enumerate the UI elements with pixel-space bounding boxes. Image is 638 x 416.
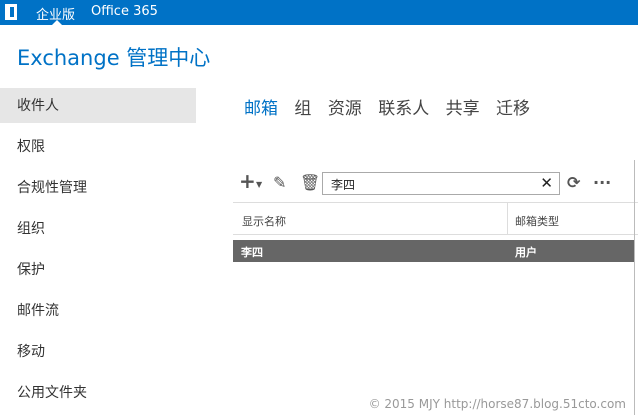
divider [233,234,638,235]
sidebar: 收件人 权限 合规性管理 组织 保护 邮件流 移动 公用文件夹 [0,88,196,416]
page-title: Exchange 管理中心 [17,46,211,70]
search-value: 李四 [331,178,356,192]
sidebar-item-recipients[interactable]: 收件人 [0,88,196,123]
delete-trash-icon[interactable]: 🗑 [300,173,320,192]
tab-bar: 邮箱 组 资源 联系人 共享 迁移 [244,94,541,119]
watermark: © 2015 MJY http://horse87.blog.51cto.com [368,397,626,411]
sidebar-item-protection[interactable]: 保护 [0,252,196,293]
divider [233,202,638,203]
more-options-icon[interactable]: ··· [593,173,611,192]
refresh-icon[interactable]: ⟳ [567,173,580,192]
sidebar-item-public-folders[interactable]: 公用文件夹 [0,375,196,416]
cell-mailbox-type: 用户 [515,246,537,259]
column-divider [507,202,508,234]
tab-contacts[interactable]: 联系人 [378,99,429,119]
tab-mailboxes[interactable]: 邮箱 [244,99,278,119]
sidebar-item-organization[interactable]: 组织 [0,211,196,252]
add-dropdown-icon[interactable]: ▼ [256,180,262,189]
cell-display-name: 李四 [241,246,263,259]
tab-migration[interactable]: 迁移 [496,99,530,119]
nav-office365[interactable]: Office 365 [91,4,158,19]
sidebar-item-permissions[interactable]: 权限 [0,129,196,170]
tab-groups[interactable]: 组 [294,99,311,119]
add-icon[interactable]: + [239,169,256,193]
office-logo-icon[interactable] [5,4,17,20]
column-header-display-name[interactable]: 显示名称 [242,213,286,229]
top-nav-bar: 企业版 Office 365 [0,0,638,25]
clear-search-icon[interactable]: ✕ [540,174,553,192]
sidebar-item-mail-flow[interactable]: 邮件流 [0,293,196,334]
tab-shared[interactable]: 共享 [446,99,480,119]
scrollbar-edge [634,160,635,415]
search-input[interactable]: 李四 ✕ [322,172,560,195]
tab-resources[interactable]: 资源 [328,99,362,119]
active-caret-icon [52,20,62,25]
sidebar-item-mobile[interactable]: 移动 [0,334,196,375]
table-row[interactable]: 李四 用户 [233,240,634,262]
sidebar-item-compliance[interactable]: 合规性管理 [0,170,196,211]
column-header-mailbox-type[interactable]: 邮箱类型 [515,213,559,229]
edit-pencil-icon[interactable]: ✎ [273,173,286,192]
